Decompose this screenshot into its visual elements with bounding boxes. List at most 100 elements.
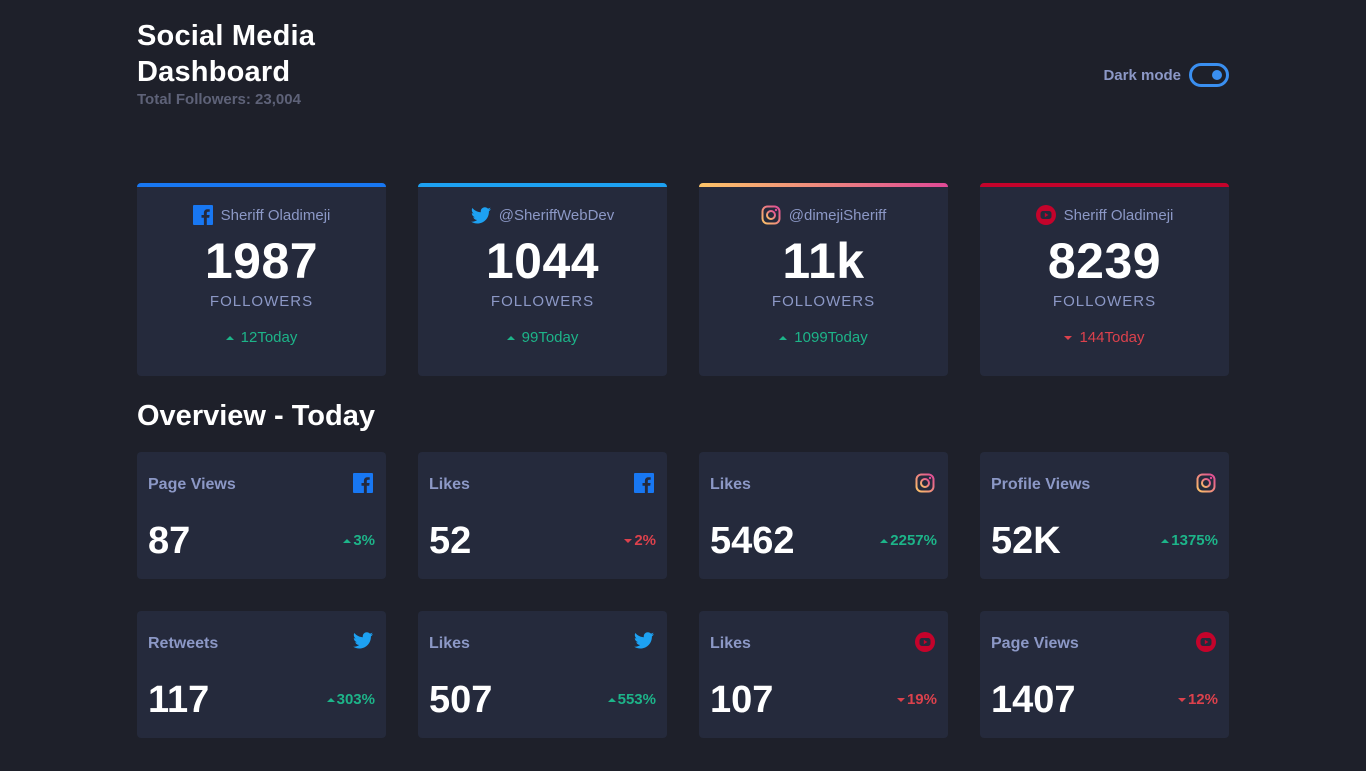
arrow-down-icon xyxy=(1064,335,1073,340)
tile-change-value: 553% xyxy=(617,691,656,708)
card-top-bar xyxy=(137,183,386,187)
tile-change-value: 2% xyxy=(634,532,656,549)
dark-mode-control: Dark mode xyxy=(1103,63,1229,87)
tile-change: 3% xyxy=(343,532,375,549)
arrow-up-icon xyxy=(343,538,352,543)
follower-card-twitter[interactable]: @SheriffWebDev 1044 FOLLOWERS 99Today xyxy=(418,183,667,376)
dark-mode-toggle[interactable] xyxy=(1189,63,1229,87)
card-top-bar xyxy=(699,183,948,187)
total-followers: Total Followers: 23,004 xyxy=(137,91,301,108)
follower-count: 1987 xyxy=(204,233,319,289)
arrow-up-icon xyxy=(607,697,616,702)
tile-title: Likes xyxy=(710,635,751,652)
followers-label: FOLLOWERS xyxy=(490,293,595,310)
twitter-icon xyxy=(634,632,656,654)
tile-change: 553% xyxy=(607,691,656,708)
youtube-icon xyxy=(915,632,937,654)
overview-tile[interactable]: Likes 52 2% xyxy=(418,452,667,579)
tile-change-value: 19% xyxy=(906,691,937,708)
twitter-icon xyxy=(353,632,375,654)
page-title: Social Media Dashboard xyxy=(137,20,316,88)
daily-change: 12Today xyxy=(137,329,386,346)
tile-title: Likes xyxy=(429,476,470,493)
overview-tile[interactable]: Retweets 117 303% xyxy=(137,611,386,738)
tile-change-value: 2257% xyxy=(890,532,937,549)
arrow-down-icon xyxy=(1177,697,1186,702)
facebook-icon xyxy=(353,473,375,495)
daily-change-value: 99Today xyxy=(521,329,579,346)
daily-change: 144Today xyxy=(980,329,1229,346)
follower-count: 11k xyxy=(782,233,865,289)
follower-count: 1044 xyxy=(485,233,600,289)
toggle-knob xyxy=(1212,70,1222,80)
tile-change-value: 12% xyxy=(1187,691,1218,708)
tile-title: Page Views xyxy=(148,476,236,493)
tile-title: Likes xyxy=(429,635,470,652)
facebook-icon xyxy=(192,205,213,225)
arrow-up-icon xyxy=(880,538,889,543)
tile-title: Page Views xyxy=(991,635,1079,652)
handle-text: @SheriffWebDev xyxy=(498,206,615,224)
overview-tile[interactable]: Likes 507 553% xyxy=(418,611,667,738)
card-top-bar xyxy=(418,183,667,187)
overview-tile[interactable]: Page Views 87 3% xyxy=(137,452,386,579)
tile-value: 107 xyxy=(710,679,774,721)
daily-change-value: 144Today xyxy=(1079,329,1145,346)
facebook-icon xyxy=(634,473,656,495)
daily-change-value: 1099Today xyxy=(794,329,868,346)
overview-tile[interactable]: Likes 5462 2257% xyxy=(699,452,948,579)
overview-tile[interactable]: Profile Views 52K 1375% xyxy=(980,452,1229,579)
tile-change: 19% xyxy=(896,691,937,708)
tile-title: Profile Views xyxy=(991,476,1091,493)
tile-change: 1375% xyxy=(1161,532,1218,549)
overview-tile[interactable]: Page Views 1407 12% xyxy=(980,611,1229,738)
arrow-up-icon xyxy=(506,335,515,340)
header: Social Media Dashboard Total Followers: … xyxy=(137,18,1229,118)
overview-tile[interactable]: Likes 107 19% xyxy=(699,611,948,738)
tile-title: Retweets xyxy=(148,635,219,652)
followers-label: FOLLOWERS xyxy=(771,293,876,310)
followers-label: FOLLOWERS xyxy=(209,293,314,310)
arrow-up-icon xyxy=(779,335,788,340)
arrow-down-icon xyxy=(896,697,905,702)
daily-change-value: 12Today xyxy=(240,329,298,346)
follower-card-instagram[interactable]: @dimejiSheriff 11k FOLLOWERS 1099Today xyxy=(699,183,948,376)
dashboard: Social Media Dashboard Total Followers: … xyxy=(137,0,1229,771)
card-handle: @dimejiSheriff xyxy=(699,204,948,226)
handle-text: Sheriff Oladimeji xyxy=(1063,206,1174,224)
tile-value: 5462 xyxy=(710,520,795,562)
instagram-icon xyxy=(761,205,781,225)
tile-change: 12% xyxy=(1177,691,1218,708)
follower-cards: Sheriff Oladimeji 1987 FOLLOWERS 12Today… xyxy=(137,183,1229,376)
tile-title: Likes xyxy=(710,476,751,493)
arrow-down-icon xyxy=(624,538,633,543)
tile-value: 52K xyxy=(991,520,1061,562)
daily-change: 99Today xyxy=(418,329,667,346)
follower-count: 8239 xyxy=(1047,233,1162,289)
twitter-icon xyxy=(470,206,491,224)
handle-text: Sheriff Oladimeji xyxy=(220,206,331,224)
follower-card-youtube[interactable]: Sheriff Oladimeji 8239 FOLLOWERS 144Toda… xyxy=(980,183,1229,376)
tile-value: 52 xyxy=(429,520,472,562)
daily-change: 1099Today xyxy=(699,329,948,346)
overview-title: Overview - Today xyxy=(137,400,375,432)
tile-change: 303% xyxy=(326,691,375,708)
tile-value: 117 xyxy=(148,679,210,721)
arrow-up-icon xyxy=(225,335,234,340)
tile-change-value: 303% xyxy=(336,691,375,708)
follower-card-facebook[interactable]: Sheriff Oladimeji 1987 FOLLOWERS 12Today xyxy=(137,183,386,376)
tile-value: 87 xyxy=(148,520,191,562)
instagram-icon xyxy=(915,473,937,495)
tile-change-value: 1375% xyxy=(1171,532,1218,549)
card-handle: Sheriff Oladimeji xyxy=(980,204,1229,226)
arrow-up-icon xyxy=(326,697,335,702)
youtube-icon xyxy=(1196,632,1218,654)
tile-change: 2% xyxy=(624,532,656,549)
tile-value: 1407 xyxy=(991,679,1076,721)
handle-text: @dimejiSheriff xyxy=(788,206,887,224)
followers-label: FOLLOWERS xyxy=(1052,293,1157,310)
card-handle: Sheriff Oladimeji xyxy=(137,204,386,226)
youtube-icon xyxy=(1035,205,1056,225)
dark-mode-label: Dark mode xyxy=(1103,66,1181,84)
card-handle: @SheriffWebDev xyxy=(418,204,667,226)
